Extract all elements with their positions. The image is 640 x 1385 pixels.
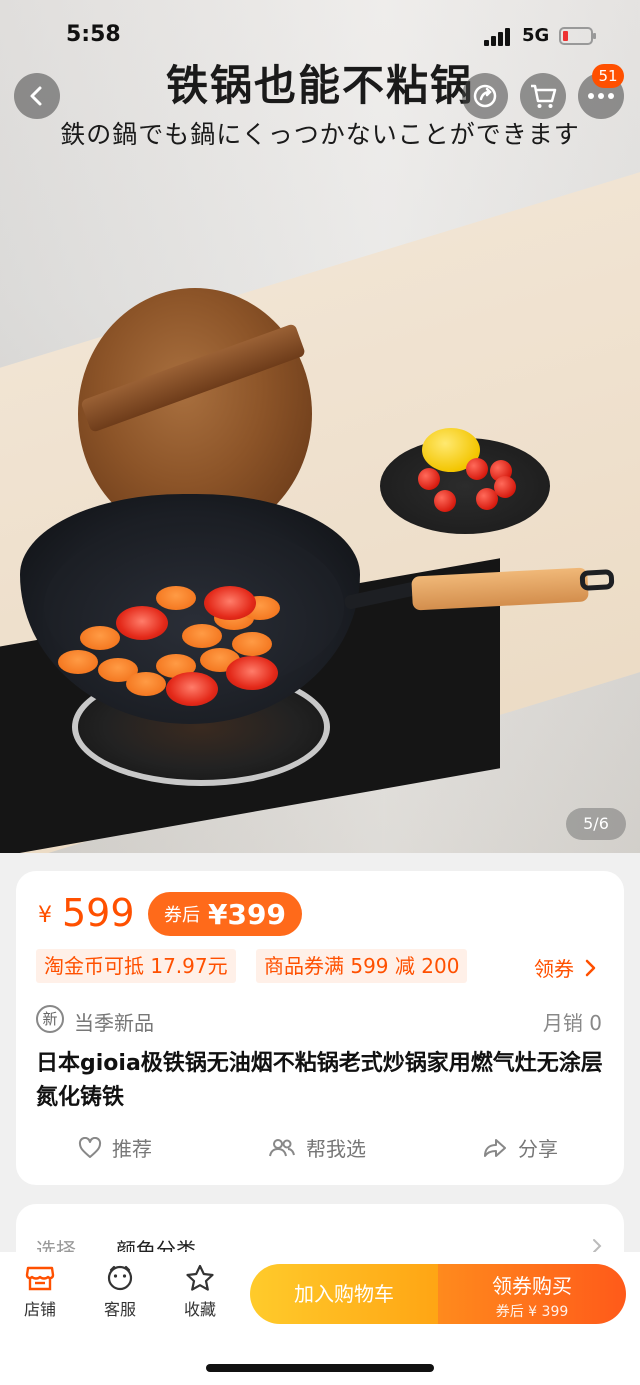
coupon-price: ¥399 (208, 897, 286, 931)
coupon-prefix: 券后 (164, 905, 200, 926)
carrot-slice (58, 650, 98, 674)
people-icon (269, 1138, 295, 1156)
status-time: 5:58 (66, 22, 121, 47)
price-card: ¥ 599 券后 ¥399 淘金币可抵 17.97元 商品券满 599 减 20… (16, 871, 624, 1185)
product-title: 日本gioia极铁锅无油烟不粘锅老式炒锅家用燃气灶无涂层氮化铸铁 (36, 1051, 603, 1110)
buy-label: 领券购买 (492, 1274, 572, 1298)
carrot-slice (80, 626, 120, 650)
cherry-tomato (418, 468, 440, 490)
get-coupon-label: 领券 (534, 957, 574, 981)
carousel-page-indicator: 5/6 (566, 808, 626, 840)
carrot-slice (156, 586, 196, 610)
chevron-right-icon (585, 959, 596, 976)
service-label: 客服 (103, 1300, 136, 1319)
buy-sub-label: 券后 ¥ 399 (495, 1304, 569, 1320)
share-icon (473, 84, 497, 108)
product-coupon-tag: 商品券满 599 减 200 (256, 949, 468, 983)
share-action-button[interactable]: 分享 (482, 1133, 558, 1162)
new-product-icon: 新 (36, 1005, 64, 1033)
add-to-cart-button[interactable]: 加入购物车 (250, 1264, 438, 1324)
customer-service-icon (107, 1265, 133, 1291)
forward-icon (484, 1138, 506, 1157)
chevron-left-icon (30, 86, 42, 106)
network-type: 5G (522, 25, 550, 46)
share-button[interactable] (462, 73, 508, 119)
tomato-slice (116, 606, 168, 640)
new-product-label: 当季新品 (74, 1011, 154, 1035)
more-icon (588, 93, 614, 99)
tomato-slice (166, 672, 218, 706)
shop-tab[interactable]: 店铺 (10, 1264, 70, 1320)
cart-button[interactable] (520, 73, 566, 119)
cart-count-badge: 51 (592, 64, 624, 88)
recommend-label: 推荐 (112, 1137, 152, 1161)
cherry-tomato (466, 458, 488, 480)
coupon-price-badge: 券后 ¥399 (148, 892, 302, 936)
store-icon (25, 1266, 55, 1291)
help-choose-label: 帮我选 (306, 1137, 366, 1161)
monthly-sales: 月销 0 (542, 1011, 602, 1035)
carrot-slice (182, 624, 222, 648)
hero-subtitle: 鉄の鍋でも鍋にくっつかないことができます (60, 120, 580, 149)
shop-label: 店铺 (23, 1300, 56, 1319)
service-tab[interactable]: 客服 (90, 1264, 150, 1320)
signal-icon (484, 28, 514, 46)
share-label: 分享 (518, 1137, 558, 1161)
carrot-slice (232, 632, 272, 656)
heart-icon (78, 1136, 102, 1158)
recommend-button[interactable]: 推荐 (78, 1133, 152, 1162)
product-actions: 推荐 帮我选 分享 (16, 1133, 624, 1165)
home-indicator[interactable] (206, 1364, 434, 1372)
carrot-slice (126, 672, 166, 696)
back-button[interactable] (14, 73, 60, 119)
favorite-label: 收藏 (183, 1300, 216, 1319)
cherry-tomato (434, 490, 456, 512)
buy-with-coupon-button[interactable]: 领券购买 券后 ¥ 399 (438, 1264, 626, 1324)
favorite-tab[interactable]: 收藏 (170, 1264, 230, 1320)
cart-icon (531, 84, 557, 108)
tomato-slice (204, 586, 256, 620)
help-choose-button[interactable]: 帮我选 (268, 1133, 366, 1162)
cherry-tomato (494, 476, 516, 498)
wok-handle-loop (579, 569, 615, 591)
original-price: 599 (62, 891, 135, 935)
price-currency: ¥ (38, 903, 52, 928)
taojinbi-tag: 淘金币可抵 17.97元 (36, 949, 236, 983)
battery-icon (559, 27, 596, 45)
get-coupon-link[interactable]: 领券 (534, 953, 596, 982)
tomato-slice (226, 656, 278, 690)
star-icon (186, 1264, 214, 1291)
